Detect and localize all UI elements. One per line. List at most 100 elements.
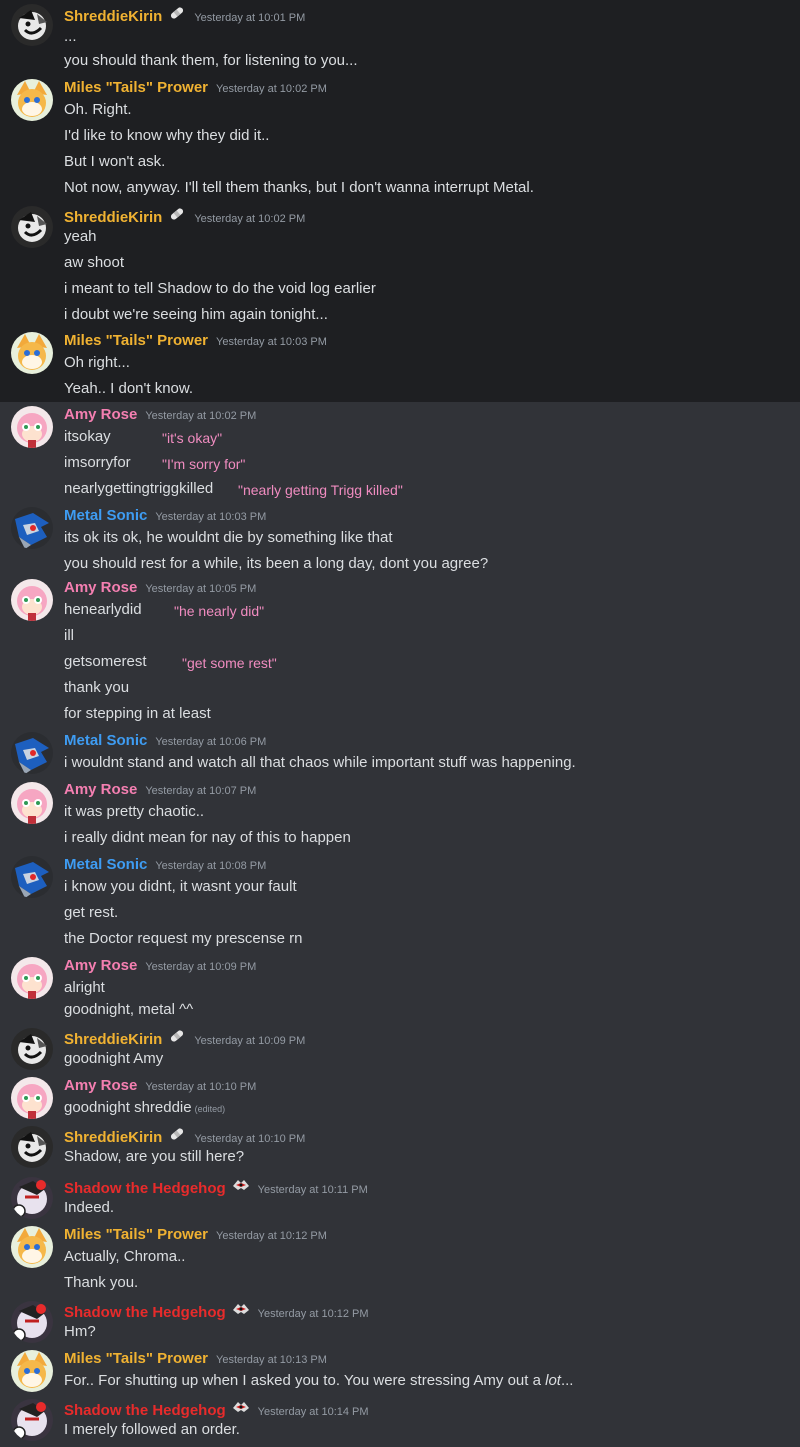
message-text: goodnight, metal ^^ — [64, 1001, 193, 1018]
message-header: Amy Rose Yesterday at 10:05 PM — [64, 579, 256, 596]
message-header: Miles "Tails" Prower Yesterday at 10:13 P… — [64, 1350, 327, 1367]
message-text-content: yeah — [64, 228, 97, 245]
message-header: Metal Sonic Yesterday at 10:06 PM — [64, 732, 266, 749]
amy-avatar[interactable] — [11, 579, 53, 621]
timestamp[interactable]: Yesterday at 10:12 PM — [216, 1230, 327, 1242]
message-header: Shadow the Hedgehog Yesterday at 10:11 PM — [64, 1177, 368, 1197]
message-text-content: Actually, Chroma.. — [64, 1248, 186, 1265]
amy-avatar[interactable] — [11, 957, 53, 999]
username[interactable]: Metal Sonic — [64, 856, 147, 873]
message-text-content: i meant to tell Shadow to do the void lo… — [64, 280, 376, 297]
shreddie-avatar[interactable] — [11, 1126, 53, 1168]
bandage-icon — [168, 1126, 186, 1142]
message-text: I'd like to know why they did it.. — [64, 127, 269, 144]
message-text: itsokay — [64, 428, 111, 445]
shadow-avatar[interactable] — [11, 1177, 53, 1219]
username[interactable]: Amy Rose — [64, 957, 137, 974]
message-header: ShreddieKirin Yesterday at 10:09 PM — [64, 1028, 305, 1048]
shreddie-avatar[interactable] — [11, 4, 53, 46]
username[interactable]: Miles "Tails" Prower — [64, 332, 208, 349]
message-header: Amy Rose Yesterday at 10:02 PM — [64, 406, 256, 423]
username[interactable]: Shadow the Hedgehog — [64, 1180, 226, 1197]
message-text-content: goodnight, metal ^^ — [64, 1001, 194, 1018]
timestamp[interactable]: Yesterday at 10:10 PM — [194, 1133, 305, 1145]
username[interactable]: Amy Rose — [64, 1077, 137, 1094]
username[interactable]: Amy Rose — [64, 579, 137, 596]
shadow-avatar[interactable] — [11, 1399, 53, 1441]
message-text: Oh right... — [64, 354, 130, 371]
message-text-content: Yeah.. I don't know. — [64, 380, 194, 397]
timestamp[interactable]: Yesterday at 10:11 PM — [258, 1184, 368, 1196]
username[interactable]: Metal Sonic — [64, 507, 147, 524]
username[interactable]: Amy Rose — [64, 781, 137, 798]
message-text-content: getsomerest — [64, 653, 147, 670]
username[interactable]: ShreddieKirin — [64, 8, 162, 25]
message-text: i doubt we're seeing him again tonight..… — [64, 306, 328, 323]
tails-avatar[interactable] — [11, 1350, 53, 1392]
timestamp[interactable]: Yesterday at 10:02 PM — [145, 410, 256, 422]
amy-avatar[interactable] — [11, 406, 53, 448]
timestamp[interactable]: Yesterday at 10:10 PM — [145, 1081, 256, 1093]
message-header: Miles "Tails" Prower Yesterday at 10:03 P… — [64, 332, 327, 349]
timestamp[interactable]: Yesterday at 10:01 PM — [194, 12, 305, 24]
message-text-content: Oh right... — [64, 354, 130, 371]
message-text: alright — [64, 979, 105, 996]
timestamp[interactable]: Yesterday at 10:14 PM — [258, 1406, 369, 1418]
metal-avatar[interactable] — [11, 507, 53, 549]
message-header: Metal Sonic Yesterday at 10:08 PM — [64, 856, 266, 873]
username[interactable]: Miles "Tails" Prower — [64, 1350, 208, 1367]
shadow-avatar[interactable] — [11, 1301, 53, 1343]
timestamp[interactable]: Yesterday at 10:05 PM — [145, 583, 256, 595]
amy-avatar[interactable] — [11, 782, 53, 824]
timestamp[interactable]: Yesterday at 10:07 PM — [145, 785, 256, 797]
username[interactable]: Metal Sonic — [64, 732, 147, 749]
timestamp[interactable]: Yesterday at 10:09 PM — [194, 1035, 305, 1047]
message-text-content: I merely followed an order. — [64, 1421, 240, 1438]
amy-avatar[interactable] — [11, 1077, 53, 1119]
timestamp[interactable]: Yesterday at 10:08 PM — [155, 860, 266, 872]
message-text-content: itsokay — [64, 428, 111, 445]
tails-avatar[interactable] — [11, 332, 53, 374]
username[interactable]: Amy Rose — [64, 406, 137, 423]
metal-avatar[interactable] — [11, 732, 53, 774]
message-text-content: you should rest for a while, its been a … — [64, 555, 489, 572]
shadow-emblem-icon — [232, 1177, 250, 1193]
translation-note: "nearly getting Trigg killed" — [238, 482, 403, 498]
username[interactable]: ShreddieKirin — [64, 209, 162, 226]
timestamp[interactable]: Yesterday at 10:12 PM — [258, 1308, 369, 1320]
username[interactable]: ShreddieKirin — [64, 1129, 162, 1146]
username[interactable]: Miles "Tails" Prower — [64, 1226, 208, 1243]
message-text-content: goodnight Amy — [64, 1050, 164, 1067]
message-text: But I won't ask. — [64, 153, 165, 170]
message-text: henearlydid — [64, 601, 142, 618]
username[interactable]: ShreddieKirin — [64, 1031, 162, 1048]
timestamp[interactable]: Yesterday at 10:03 PM — [216, 336, 327, 348]
message-text-content: i doubt we're seeing him again tonight..… — [64, 306, 328, 323]
message-text: Oh. Right. — [64, 101, 132, 118]
message-text-content: Oh. Right. — [64, 101, 132, 118]
message-text-content: henearlydid — [64, 601, 142, 618]
message-text: its ok its ok, he wouldnt die by somethi… — [64, 529, 393, 546]
timestamp[interactable]: Yesterday at 10:09 PM — [145, 961, 256, 973]
edited-tag: (edited) — [194, 1104, 226, 1114]
tails-avatar[interactable] — [11, 1226, 53, 1268]
tails-avatar[interactable] — [11, 79, 53, 121]
message-text: it was pretty chaotic.. — [64, 803, 204, 820]
timestamp[interactable]: Yesterday at 10:02 PM — [194, 213, 305, 225]
metal-avatar[interactable] — [11, 856, 53, 898]
timestamp[interactable]: Yesterday at 10:03 PM — [155, 511, 266, 523]
translation-note: "it's okay" — [162, 430, 223, 446]
message-text-content: Shadow, are you still here? — [64, 1148, 245, 1165]
bandage-icon — [168, 206, 186, 222]
username[interactable]: Miles "Tails" Prower — [64, 79, 208, 96]
timestamp[interactable]: Yesterday at 10:06 PM — [155, 736, 266, 748]
timestamp[interactable]: Yesterday at 10:02 PM — [216, 83, 327, 95]
message-text: imsorryfor — [64, 454, 131, 471]
message-text-content: it was pretty chaotic.. — [64, 803, 205, 820]
shreddie-avatar[interactable] — [11, 1028, 53, 1070]
shreddie-avatar[interactable] — [11, 206, 53, 248]
message-text: i know you didnt, it wasnt your fault — [64, 878, 297, 895]
timestamp[interactable]: Yesterday at 10:13 PM — [216, 1354, 327, 1366]
username[interactable]: Shadow the Hedgehog — [64, 1402, 226, 1419]
username[interactable]: Shadow the Hedgehog — [64, 1304, 226, 1321]
